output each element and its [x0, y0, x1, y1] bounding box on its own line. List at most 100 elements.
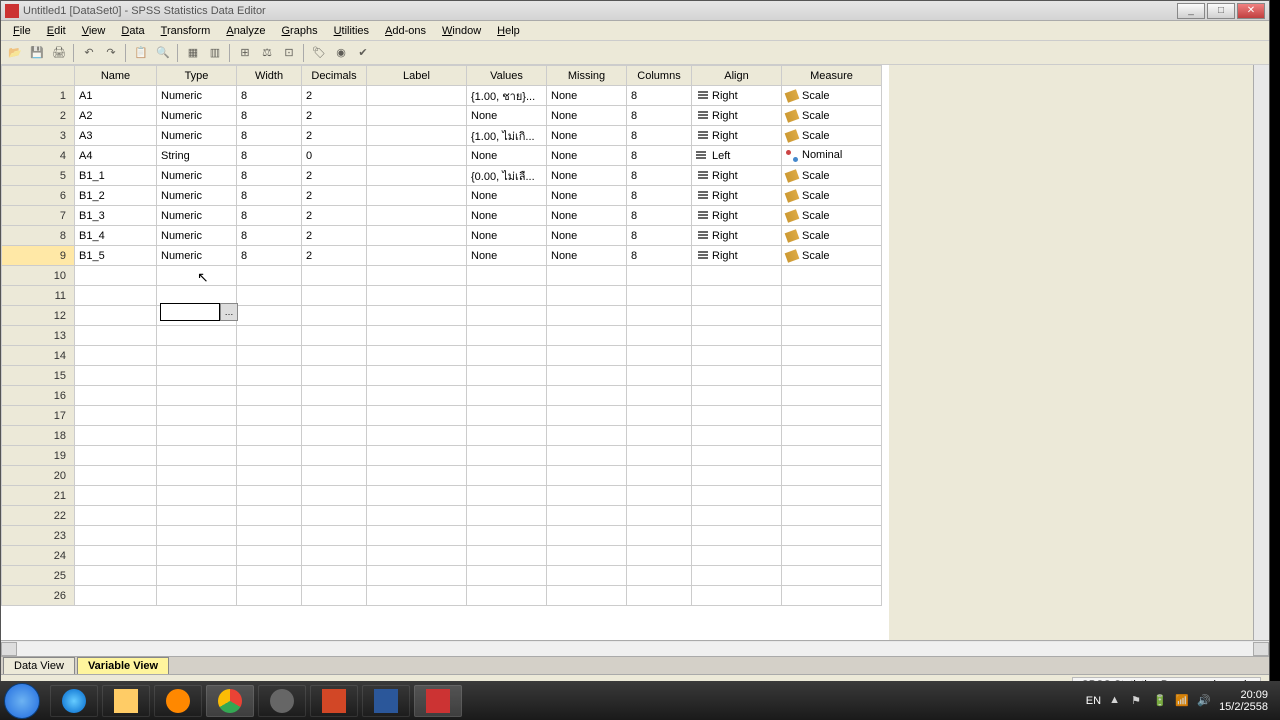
cell-width[interactable]: 8 [237, 246, 302, 266]
variable-row[interactable]: 3A3Numeric82{1.00, ไม่เกิ...None8RightSc… [2, 126, 882, 146]
row-number[interactable]: 17 [2, 406, 75, 426]
cell-name[interactable]: A4 [75, 146, 157, 166]
row-number[interactable]: 11 [2, 286, 75, 306]
variable-row[interactable]: 7B1_3Numeric82NoneNone8RightScale [2, 206, 882, 226]
col-decimals[interactable]: Decimals [302, 66, 367, 86]
cell-name[interactable]: B1_3 [75, 206, 157, 226]
col-measure[interactable]: Measure [782, 66, 882, 86]
col-label[interactable]: Label [367, 66, 467, 86]
cell-align[interactable]: Right [692, 246, 782, 266]
cell-values[interactable]: {1.00, ชาย}... [467, 86, 547, 106]
menu-data[interactable]: Data [113, 23, 152, 39]
cell-decimals[interactable]: 2 [302, 186, 367, 206]
menu-analyze[interactable]: Analyze [218, 23, 273, 39]
row-number[interactable]: 15 [2, 366, 75, 386]
task-wmp[interactable] [154, 685, 202, 717]
cell-columns[interactable]: 8 [627, 206, 692, 226]
tray-flag-icon[interactable]: ▲ [1109, 694, 1123, 708]
tab-variable-view[interactable]: Variable View [77, 657, 169, 674]
variable-row[interactable]: 8B1_4Numeric82NoneNone8RightScale [2, 226, 882, 246]
cell-name[interactable]: B1_2 [75, 186, 157, 206]
cell-label[interactable] [367, 186, 467, 206]
tray-volume-icon[interactable]: 🔊 [1197, 694, 1211, 708]
cell-missing[interactable]: None [547, 226, 627, 246]
task-chrome[interactable] [206, 685, 254, 717]
cell-label[interactable] [367, 206, 467, 226]
cell-type[interactable]: Numeric [157, 126, 237, 146]
variable-row[interactable]: 6B1_2Numeric82NoneNone8RightScale [2, 186, 882, 206]
empty-row[interactable]: 20 [2, 466, 882, 486]
tray-clock[interactable]: 20:09 15/2/2558 [1219, 689, 1268, 713]
value-labels-icon[interactable]: 🏷 [309, 43, 329, 63]
variable-row[interactable]: 5B1_1Numeric82{0.00, ไม่เลื...None8Right… [2, 166, 882, 186]
close-button[interactable]: ✕ [1237, 3, 1265, 19]
cell-name[interactable]: A1 [75, 86, 157, 106]
task-dev[interactable] [258, 685, 306, 717]
cell-measure[interactable]: Scale [782, 246, 882, 266]
cell-missing[interactable]: None [547, 186, 627, 206]
cell-width[interactable]: 8 [237, 106, 302, 126]
minimize-button[interactable]: _ [1177, 3, 1205, 19]
empty-row[interactable]: 13 [2, 326, 882, 346]
cell-values[interactable]: None [467, 226, 547, 246]
row-number[interactable]: 21 [2, 486, 75, 506]
cell-measure[interactable]: Nominal [782, 146, 882, 166]
cell-decimals[interactable]: 2 [302, 166, 367, 186]
tray-network-icon[interactable]: 📶 [1175, 694, 1189, 708]
cell-values[interactable]: {0.00, ไม่เลื... [467, 166, 547, 186]
col-width[interactable]: Width [237, 66, 302, 86]
row-number[interactable]: 12 [2, 306, 75, 326]
tray-lang[interactable]: EN [1086, 695, 1101, 707]
empty-row[interactable]: 21 [2, 486, 882, 506]
open-icon[interactable]: 📂 [5, 43, 25, 63]
menu-utilities[interactable]: Utilities [326, 23, 377, 39]
cell-values[interactable]: None [467, 206, 547, 226]
variable-grid[interactable]: Name Type Width Decimals Label Values Mi… [1, 65, 1269, 640]
cell-columns[interactable]: 8 [627, 126, 692, 146]
cell-width[interactable]: 8 [237, 206, 302, 226]
task-word[interactable] [362, 685, 410, 717]
cell-width[interactable]: 8 [237, 126, 302, 146]
row-number[interactable]: 14 [2, 346, 75, 366]
cell-width[interactable]: 8 [237, 186, 302, 206]
task-explorer[interactable] [102, 685, 150, 717]
split-icon[interactable]: ⊞ [235, 43, 255, 63]
cell-label[interactable] [367, 166, 467, 186]
tray-power-icon[interactable]: 🔋 [1153, 694, 1167, 708]
empty-row[interactable]: 22 [2, 506, 882, 526]
empty-row[interactable]: 26 [2, 586, 882, 606]
scroll-right-icon[interactable] [1253, 642, 1269, 656]
cell-label[interactable] [367, 106, 467, 126]
cell-label[interactable] [367, 246, 467, 266]
empty-row[interactable]: 12 [2, 306, 882, 326]
cell-measure[interactable]: Scale [782, 186, 882, 206]
cell-width[interactable]: 8 [237, 86, 302, 106]
row-number[interactable]: 7 [2, 206, 75, 226]
cell-values[interactable]: None [467, 246, 547, 266]
row-number[interactable]: 13 [2, 326, 75, 346]
menu-graphs[interactable]: Graphs [273, 23, 325, 39]
variable-row[interactable]: 9B1_5Numeric82NoneNone8RightScale [2, 246, 882, 266]
cell-align[interactable]: Right [692, 106, 782, 126]
col-values[interactable]: Values [467, 66, 547, 86]
col-name[interactable]: Name [75, 66, 157, 86]
menu-edit[interactable]: Edit [39, 23, 74, 39]
spell-icon[interactable]: ✔ [353, 43, 373, 63]
cell-decimals[interactable]: 2 [302, 86, 367, 106]
cell-align[interactable]: Right [692, 226, 782, 246]
cell-values[interactable]: None [467, 186, 547, 206]
row-number[interactable]: 8 [2, 226, 75, 246]
cell-decimals[interactable]: 2 [302, 106, 367, 126]
empty-row[interactable]: 16 [2, 386, 882, 406]
cell-measure[interactable]: Scale [782, 206, 882, 226]
cell-columns[interactable]: 8 [627, 146, 692, 166]
scroll-track[interactable] [17, 642, 1253, 656]
empty-row[interactable]: 18 [2, 426, 882, 446]
select-icon[interactable]: ⊡ [279, 43, 299, 63]
cell-width[interactable]: 8 [237, 226, 302, 246]
weight-icon[interactable]: ⚖ [257, 43, 277, 63]
start-button[interactable] [4, 683, 40, 719]
type-cell-editor[interactable] [160, 303, 220, 321]
row-number[interactable]: 2 [2, 106, 75, 126]
cell-missing[interactable]: None [547, 126, 627, 146]
